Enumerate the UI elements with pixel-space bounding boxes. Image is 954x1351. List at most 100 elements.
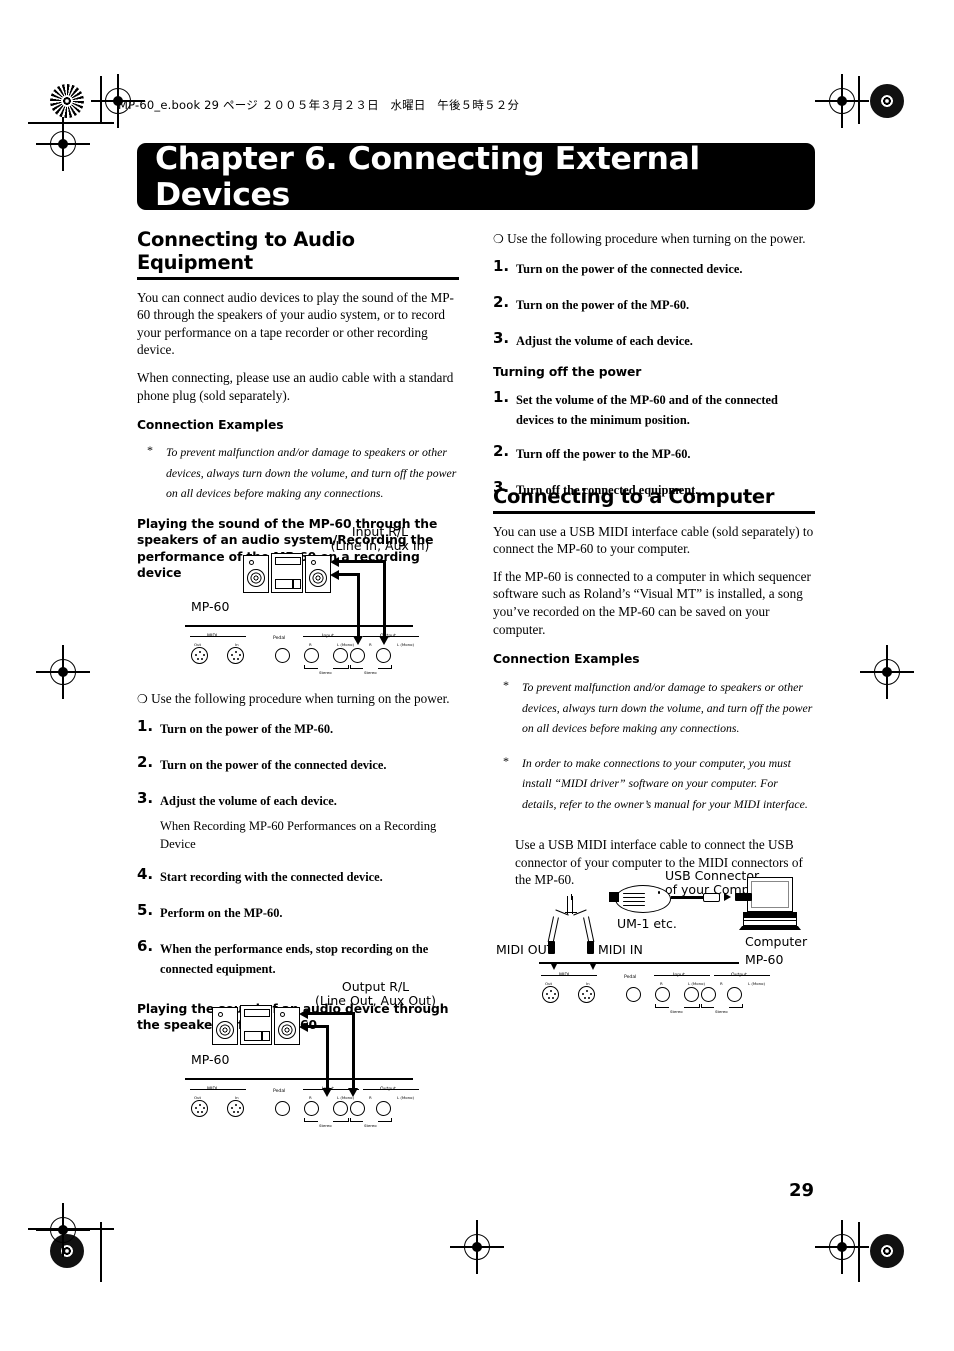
diagram-audio-output: Input R/L (Line In, Aux In) MP-60 MIDI O…	[185, 522, 455, 682]
panel-label-pedal: Pedal	[273, 1089, 286, 1094]
step-text: Turn on the power of the MP-60.	[160, 721, 334, 736]
panel-label-output-stereo: Stereo	[363, 1119, 378, 1133]
registration-mark-bottom-right	[815, 1220, 869, 1274]
diagram-label-computer: Computer	[745, 934, 808, 949]
rosette-mark-top-left	[50, 84, 84, 118]
page-canvas: MP-60_e.book 29 ページ ２００５年３月２３日 水曜日 午後５時５…	[0, 0, 954, 1351]
diagram-callout-input-rl: Input R/L (Line In, Aux In)	[330, 524, 430, 553]
step-number: 1.	[493, 387, 510, 406]
panel-label-midi: MIDI	[559, 973, 570, 978]
output-r-jack	[350, 1101, 365, 1116]
output-l-jack	[727, 987, 742, 1002]
step-text: Turn off the power to the MP-60.	[516, 446, 691, 461]
panel-label-output: Output	[380, 1087, 396, 1092]
chapter-banner: Chapter 6. Connecting External Devices	[137, 141, 815, 213]
panel-label-output: Output	[380, 634, 396, 639]
heading-connection-examples-right: Connection Examples	[493, 652, 640, 667]
step-text: Adjust the volume of each device.	[516, 333, 693, 348]
registration-mark-bottom-left	[36, 1203, 90, 1257]
note-asterisk: *	[147, 443, 153, 458]
output-stereo-bracket: Stereo	[350, 665, 392, 680]
section-title-audio-equipment: Connecting to Audio Equipment	[137, 228, 355, 274]
usb-port-icon	[735, 893, 752, 901]
audio-system-right-speaker	[274, 1007, 300, 1045]
heading-connection-examples-left: Connection Examples	[137, 418, 284, 433]
power-on-intro-right: ❍ Use the following procedure when turni…	[493, 231, 806, 246]
arrowhead-left-upper	[299, 1008, 308, 1019]
panel-label-midi: MIDI	[207, 1087, 218, 1092]
step-text: When the performance ends, stop recordin…	[160, 941, 429, 976]
midi-in-jack	[578, 986, 595, 1003]
section-rule	[137, 277, 459, 280]
diagram-computer-connection: USB Connector of your Computer Computer …	[496, 865, 825, 1019]
panel-top-rule	[539, 962, 739, 964]
note-asterisk: *	[503, 678, 509, 693]
input-stereo-bracket: Stereo	[304, 1118, 349, 1133]
output-l-jack	[376, 1101, 391, 1116]
step-number: 5.	[137, 900, 154, 919]
registration-mark-upper-right	[815, 74, 869, 128]
panel-label-output-r: R	[720, 981, 723, 986]
panel-label-output: Output	[731, 973, 747, 978]
audio-system-right-speaker	[305, 555, 331, 593]
book-header-text: MP-60_e.book 29 ページ ２００５年３月２３日 水曜日 午後５時５…	[118, 98, 520, 112]
panel-label-output-stereo: Stereo	[363, 666, 378, 680]
input-l-jack	[333, 1101, 348, 1116]
interface-led	[657, 891, 660, 894]
panel-label-input-stereo: Stereo	[318, 666, 333, 680]
note-left-1: * To prevent malfunction and/or damage t…	[137, 442, 459, 504]
input-l-jack	[684, 987, 699, 1002]
audio-system-left-speaker	[212, 1007, 238, 1045]
trim-line-top-right-vertical	[858, 76, 860, 124]
step-text: Set the volume of the MP-60 and of the c…	[516, 392, 778, 427]
step-left-6: 6. When the performance ends, stop recor…	[137, 937, 459, 979]
step-number: 3.	[493, 328, 510, 347]
panel-label-midi: MIDI	[207, 634, 218, 639]
diagram-callout-output-rl: Output R/L (Line Out, Aux Out)	[315, 979, 436, 1008]
trim-line-bottom-left-vertical	[100, 1222, 102, 1282]
output-l-jack	[376, 648, 391, 663]
step-subtext: When Recording MP-60 Performances on a R…	[160, 818, 437, 851]
audio-system-left-speaker	[243, 555, 269, 593]
woofer-icon	[216, 1021, 234, 1039]
panel-label-input-stereo: Stereo	[318, 1119, 333, 1133]
panel-label-output-l: L (Mono)	[397, 1095, 415, 1100]
display-slot	[244, 1009, 270, 1017]
input-r-jack	[304, 648, 319, 663]
cable-horizontal-upper	[307, 1012, 355, 1015]
tweeter-icon	[280, 1012, 285, 1017]
midi-out-jack	[191, 1100, 208, 1117]
open-circle-bullet: ❍	[493, 232, 504, 246]
step-right-off-1: 1. Set the volume of the MP-60 and of th…	[493, 387, 815, 430]
step-text: Start recording with the connected devic…	[160, 869, 383, 884]
note-right-1: * To prevent malfunction and/or damage t…	[493, 677, 815, 739]
output-r-jack	[701, 987, 716, 1002]
arrowhead-left-upper	[330, 556, 339, 567]
interface-vent-lines	[623, 892, 645, 907]
midi-out-jack	[542, 986, 559, 1003]
woofer-icon	[247, 569, 265, 587]
step-right-off-2: 2. Turn off the power to the MP-60.	[493, 442, 815, 464]
cable-vertical-left	[326, 1025, 329, 1090]
panel-label-input: Input	[322, 1087, 334, 1092]
note-text: To prevent malfunction and/or damage to …	[522, 680, 813, 736]
woofer-icon	[309, 569, 327, 587]
cable-branch-in	[583, 916, 595, 944]
note-right-2: * In order to make connections to your c…	[493, 753, 815, 815]
step-text: Adjust the volume of each device.	[160, 793, 337, 808]
audio-paragraph-2: When connecting, please use an audio cab…	[137, 369, 454, 403]
cable-horizontal-upper	[338, 560, 386, 563]
cable-vertical-left	[357, 573, 360, 638]
step-number: 4.	[137, 864, 154, 883]
tray-slot	[244, 1031, 270, 1041]
open-circle-bullet: ❍	[137, 692, 148, 706]
pedal-jack	[275, 648, 290, 663]
step-right-on-3: 3. Adjust the volume of each device.	[493, 328, 815, 351]
tray-slot	[275, 579, 301, 589]
input-r-jack	[655, 987, 670, 1002]
step-text: Perform on the MP-60.	[160, 905, 283, 920]
diagram-device-label-mp60: MP-60	[191, 1052, 230, 1067]
usb-plug-icon	[703, 892, 720, 902]
midi-out-jack	[191, 647, 208, 664]
midi-in-jack	[227, 647, 244, 664]
